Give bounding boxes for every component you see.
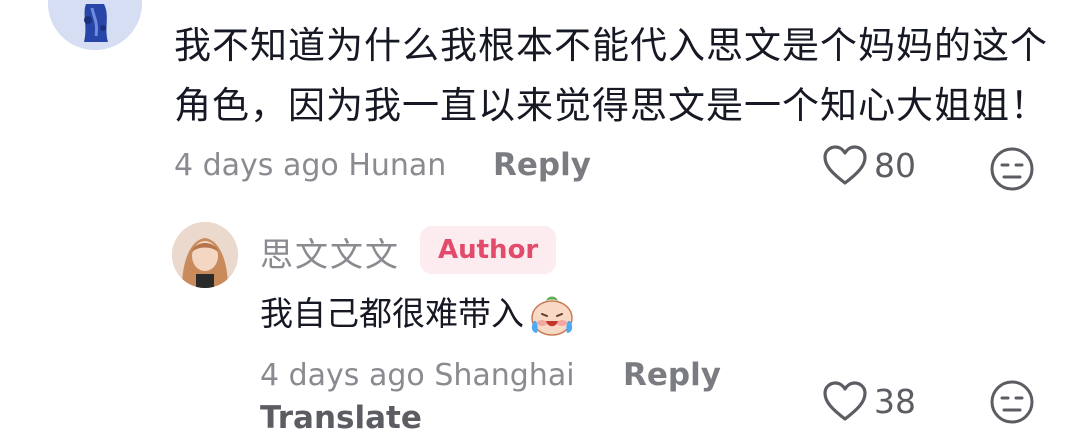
heart-outline-icon xyxy=(822,144,868,186)
dislike-button[interactable] xyxy=(989,146,1035,192)
comment-text: 我不知道为什么我根本不能代入思文是个妈妈的这个 角色，因为我一直以来觉得思文是一… xyxy=(174,16,1054,136)
reply-button[interactable]: Reply xyxy=(493,147,591,183)
comment-time: 4 days ago xyxy=(174,148,339,183)
reply-dislike-button[interactable] xyxy=(989,379,1035,425)
reply-text-content: 我自己都很难带入 xyxy=(260,294,524,333)
neutral-face-icon xyxy=(989,146,1035,192)
neutral-face-icon xyxy=(989,379,1035,425)
reply-text: 我自己都很难带入 xyxy=(260,290,576,338)
reply-meta: 4 days ago Shanghai xyxy=(260,358,575,393)
heart-outline-icon xyxy=(822,380,868,422)
comment-text-line-2: 角色，因为我一直以来觉得思文是一个知心大姐姐！ xyxy=(174,84,1048,127)
author-avatar[interactable] xyxy=(172,222,238,288)
like-count: 80 xyxy=(874,145,916,185)
reply-like-count: 38 xyxy=(874,381,916,421)
crying-laughing-peach-emoji-icon xyxy=(528,291,576,337)
reply-like-button[interactable]: 38 xyxy=(822,380,916,422)
commenter-avatar[interactable] xyxy=(48,0,142,50)
comment-location: Hunan xyxy=(348,148,447,183)
like-button[interactable]: 80 xyxy=(822,144,916,186)
comment-meta: 4 days ago Hunan xyxy=(174,148,446,183)
translate-button[interactable]: Translate xyxy=(260,400,422,436)
reply-to-reply-button[interactable]: Reply xyxy=(623,357,721,393)
comment-text-line-1: 我不知道为什么我根本不能代入思文是个妈妈的这个 xyxy=(174,24,1048,67)
reply-location: Shanghai xyxy=(434,358,575,393)
reply-time: 4 days ago xyxy=(260,358,425,393)
author-username[interactable]: 思文文文 xyxy=(260,228,400,276)
author-badge: Author xyxy=(420,226,557,274)
